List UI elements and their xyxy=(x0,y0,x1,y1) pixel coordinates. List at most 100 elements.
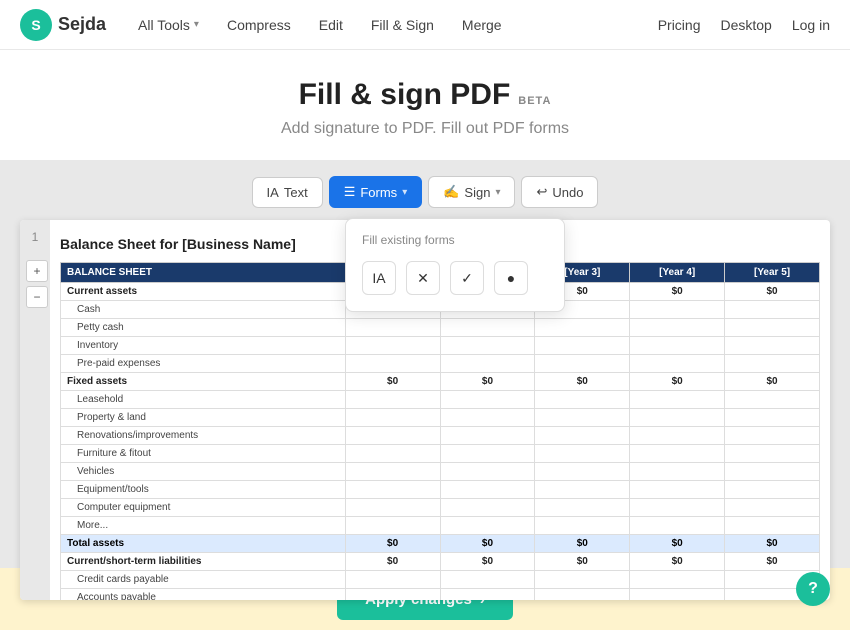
table-cell-value xyxy=(440,427,535,445)
table-cell-value: $0 xyxy=(630,535,725,553)
table-cell-value xyxy=(725,517,820,535)
nav-right: Pricing Desktop Log in xyxy=(658,17,830,33)
table-cell-value xyxy=(345,409,440,427)
table-cell-value xyxy=(630,391,725,409)
desktop-link[interactable]: Desktop xyxy=(720,17,771,33)
col-header-year5: [Year 5] xyxy=(725,263,820,283)
table-cell-value xyxy=(345,517,440,535)
table-cell-value xyxy=(725,355,820,373)
table-cell-value xyxy=(345,319,440,337)
table-cell-value xyxy=(725,427,820,445)
login-link[interactable]: Log in xyxy=(792,17,830,33)
table-cell-label: Fixed assets xyxy=(61,373,346,391)
table-cell-value xyxy=(345,571,440,589)
table-cell-value xyxy=(345,427,440,445)
text-style-check[interactable]: ✓ xyxy=(450,261,484,295)
table-cell-value xyxy=(630,445,725,463)
sign-icon: ✍ xyxy=(443,184,459,200)
table-cell-value: $0 xyxy=(440,553,535,571)
table-cell-value xyxy=(630,589,725,601)
nav-links: All Tools ▾ Compress Edit Fill & Sign Me… xyxy=(126,9,658,41)
nav-edit[interactable]: Edit xyxy=(307,9,355,41)
undo-button[interactable]: ↩ Undo xyxy=(521,176,598,208)
table-cell-value: $0 xyxy=(345,553,440,571)
sign-tool-button[interactable]: ✍ Sign ▾ xyxy=(428,176,515,208)
table-cell-value: $0 xyxy=(630,373,725,391)
table-cell-value xyxy=(630,481,725,499)
nav-all-tools[interactable]: All Tools ▾ xyxy=(126,9,211,41)
nav-fill-sign[interactable]: Fill & Sign xyxy=(359,9,446,41)
table-cell-value: $0 xyxy=(630,283,725,301)
table-cell-label: Petty cash xyxy=(61,319,346,337)
table-cell-label: Current assets xyxy=(61,283,346,301)
col-header-label: BALANCE SHEET xyxy=(61,263,346,283)
help-button[interactable]: ? xyxy=(796,572,830,606)
table-cell-value xyxy=(345,355,440,373)
table-row: Vehicles xyxy=(61,463,820,481)
table-cell-value xyxy=(725,463,820,481)
table-cell-value xyxy=(725,445,820,463)
text-style-dot[interactable]: ● xyxy=(494,261,528,295)
table-cell-value xyxy=(440,409,535,427)
table-cell-label: Current/short-term liabilities xyxy=(61,553,346,571)
table-cell-value xyxy=(630,463,725,481)
table-cell-value xyxy=(535,427,630,445)
table-cell-value xyxy=(630,571,725,589)
table-cell-value xyxy=(440,391,535,409)
logo-link[interactable]: S Sejda xyxy=(20,9,106,41)
table-row: Fixed assets$0$0$0$0$0 xyxy=(61,373,820,391)
table-cell-value xyxy=(440,463,535,481)
nav-merge[interactable]: Merge xyxy=(450,9,514,41)
table-cell-value xyxy=(345,445,440,463)
zoom-controls: + − xyxy=(26,260,48,308)
table-cell-value xyxy=(440,337,535,355)
dropdown-options: IA ✕ ✓ ● xyxy=(346,255,564,301)
text-tool-button[interactable]: IA Text xyxy=(252,177,323,208)
table-cell-value xyxy=(725,337,820,355)
col-header-year4: [Year 4] xyxy=(630,263,725,283)
table-cell-value xyxy=(630,499,725,517)
table-cell-value: $0 xyxy=(535,535,630,553)
chevron-down-icon: ▾ xyxy=(194,19,199,30)
table-cell-value xyxy=(535,589,630,601)
table-cell-value: $0 xyxy=(535,553,630,571)
table-cell-value: $0 xyxy=(345,373,440,391)
table-cell-value xyxy=(345,481,440,499)
table-cell-label: Furniture & fitout xyxy=(61,445,346,463)
beta-badge: BETA xyxy=(518,95,551,107)
table-cell-value xyxy=(440,355,535,373)
table-cell-label: Leasehold xyxy=(61,391,346,409)
forms-tool-button[interactable]: ☰ Forms ▾ xyxy=(329,176,423,208)
table-row: Leasehold xyxy=(61,391,820,409)
forms-dropdown: Fill existing forms IA ✕ ✓ ● xyxy=(345,218,565,312)
table-cell-value: $0 xyxy=(725,373,820,391)
table-cell-value xyxy=(535,409,630,427)
table-cell-value xyxy=(345,391,440,409)
table-row: Current/short-term liabilities$0$0$0$0$0 xyxy=(61,553,820,571)
table-row: Inventory xyxy=(61,337,820,355)
table-row: Credit cards payable xyxy=(61,571,820,589)
table-cell-value: $0 xyxy=(440,373,535,391)
pricing-link[interactable]: Pricing xyxy=(658,17,701,33)
table-cell-value xyxy=(630,319,725,337)
zoom-in-button[interactable]: + xyxy=(26,260,48,282)
chevron-down-icon: ▾ xyxy=(402,187,407,198)
undo-icon: ↩ xyxy=(536,184,547,200)
nav-compress[interactable]: Compress xyxy=(215,9,303,41)
table-cell-value xyxy=(440,571,535,589)
table-cell-value xyxy=(725,301,820,319)
table-cell-value: $0 xyxy=(725,553,820,571)
chevron-down-icon: ▾ xyxy=(495,187,500,198)
table-cell-value xyxy=(345,463,440,481)
table-cell-label: Property & land xyxy=(61,409,346,427)
table-cell-value xyxy=(535,391,630,409)
table-cell-value xyxy=(725,481,820,499)
zoom-out-button[interactable]: − xyxy=(26,286,48,308)
table-cell-label: More... xyxy=(61,517,346,535)
text-style-x[interactable]: ✕ xyxy=(406,261,440,295)
text-style-ia[interactable]: IA xyxy=(362,261,396,295)
table-cell-label: Credit cards payable xyxy=(61,571,346,589)
table-cell-value xyxy=(535,571,630,589)
table-cell-value xyxy=(345,589,440,601)
navbar: S Sejda All Tools ▾ Compress Edit Fill &… xyxy=(0,0,850,50)
